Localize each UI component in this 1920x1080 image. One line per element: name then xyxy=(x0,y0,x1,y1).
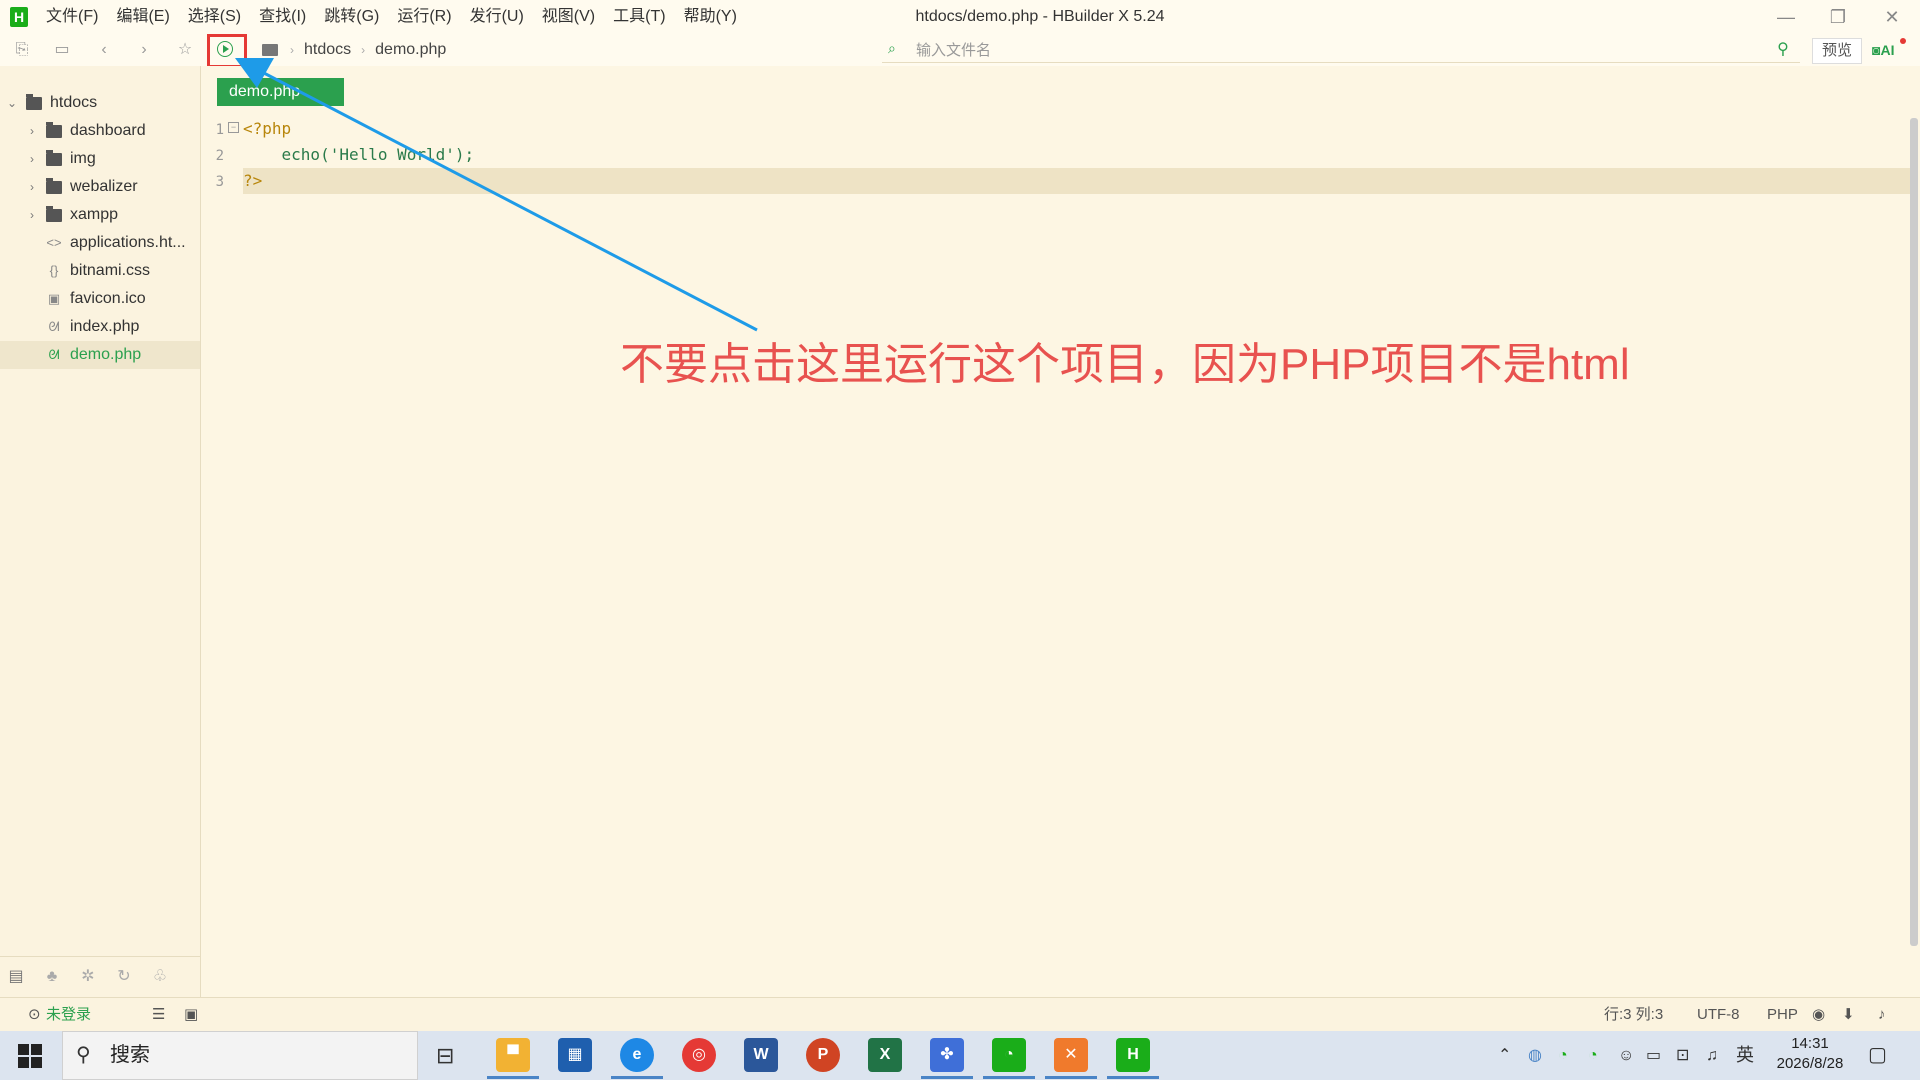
download-icon[interactable]: ⬇ xyxy=(1842,998,1855,1032)
chat-icon[interactable]: ◉ xyxy=(1812,998,1825,1032)
task-view-icon[interactable]: ⊟ xyxy=(436,1031,454,1080)
excel-icon[interactable]: X xyxy=(868,1038,902,1072)
bell-icon[interactable]: ♪ xyxy=(1878,998,1886,1032)
tray-wechat-icon-2[interactable]: ◔ xyxy=(1588,1031,1598,1080)
active-indicator xyxy=(921,1076,973,1079)
active-indicator xyxy=(1107,1076,1159,1079)
encoding[interactable]: UTF-8 xyxy=(1697,998,1740,1032)
edge-browser-icon[interactable]: e xyxy=(620,1038,654,1072)
annotation-text: 不要点击这里运行这个项目，因为PHP项目不是html xyxy=(620,340,1630,389)
network-app-icon[interactable]: ✤ xyxy=(930,1038,964,1072)
volume-icon[interactable]: ♫ xyxy=(1706,1031,1718,1080)
annotation-arrow-line xyxy=(261,70,758,332)
notification-center-icon[interactable]: ▢ xyxy=(1868,1031,1887,1080)
clock-date: 2026/8/28 xyxy=(1776,1055,1844,1072)
clock-time: 14:31 xyxy=(1791,1035,1829,1052)
active-indicator xyxy=(1045,1076,1097,1079)
tray-chevron-up-icon[interactable]: ⌃ xyxy=(1498,1031,1511,1080)
status-bar: ⊙ 未登录 ☰ ▣ 行:3 列:3 UTF-8 PHP ◉ ⬇ ♪ xyxy=(0,997,1920,1032)
terminal-icon[interactable]: ▣ xyxy=(184,998,198,1032)
arrow-head-icon xyxy=(235,58,274,88)
tray-wechat-icon[interactable]: ◔ xyxy=(1558,1031,1568,1080)
wechat-icon[interactable]: ◔ xyxy=(992,1038,1026,1072)
annotation-arrow xyxy=(235,58,758,332)
network-icon[interactable]: ⊡ xyxy=(1676,1031,1689,1080)
file-explorer-icon[interactable]: ▀ xyxy=(496,1038,530,1072)
user-icon: ⊙ xyxy=(28,1006,41,1023)
ime-indicator[interactable]: 英 xyxy=(1736,1031,1754,1080)
active-indicator xyxy=(983,1076,1035,1079)
store-icon[interactable]: ▦ xyxy=(558,1038,592,1072)
search-icon: ⚲ xyxy=(76,1044,91,1066)
clock[interactable]: 14:31 2026/8/28 xyxy=(1770,1034,1850,1074)
hbuilder-icon[interactable]: H xyxy=(1116,1038,1150,1072)
outline-icon[interactable]: ☰ xyxy=(152,998,165,1032)
tray-user-icon[interactable]: ☺ xyxy=(1618,1031,1634,1080)
chrome-browser-icon[interactable]: ◎ xyxy=(682,1038,716,1072)
taskbar-search-label: 搜索 xyxy=(110,1044,150,1066)
cursor-position[interactable]: 行:3 列:3 xyxy=(1604,998,1663,1032)
word-icon[interactable]: W xyxy=(744,1038,778,1072)
battery-icon[interactable]: ▭ xyxy=(1646,1031,1661,1080)
xampp-icon[interactable]: ✕ xyxy=(1054,1038,1088,1072)
tray-app-icon[interactable]: ◍ xyxy=(1528,1031,1542,1080)
active-indicator xyxy=(487,1076,539,1079)
windows-start-icon[interactable] xyxy=(18,1044,42,1068)
login-status[interactable]: 未登录 xyxy=(46,998,91,1032)
active-indicator xyxy=(611,1076,663,1079)
language-mode[interactable]: PHP xyxy=(1767,998,1798,1032)
powerpoint-icon[interactable]: P xyxy=(806,1038,840,1072)
